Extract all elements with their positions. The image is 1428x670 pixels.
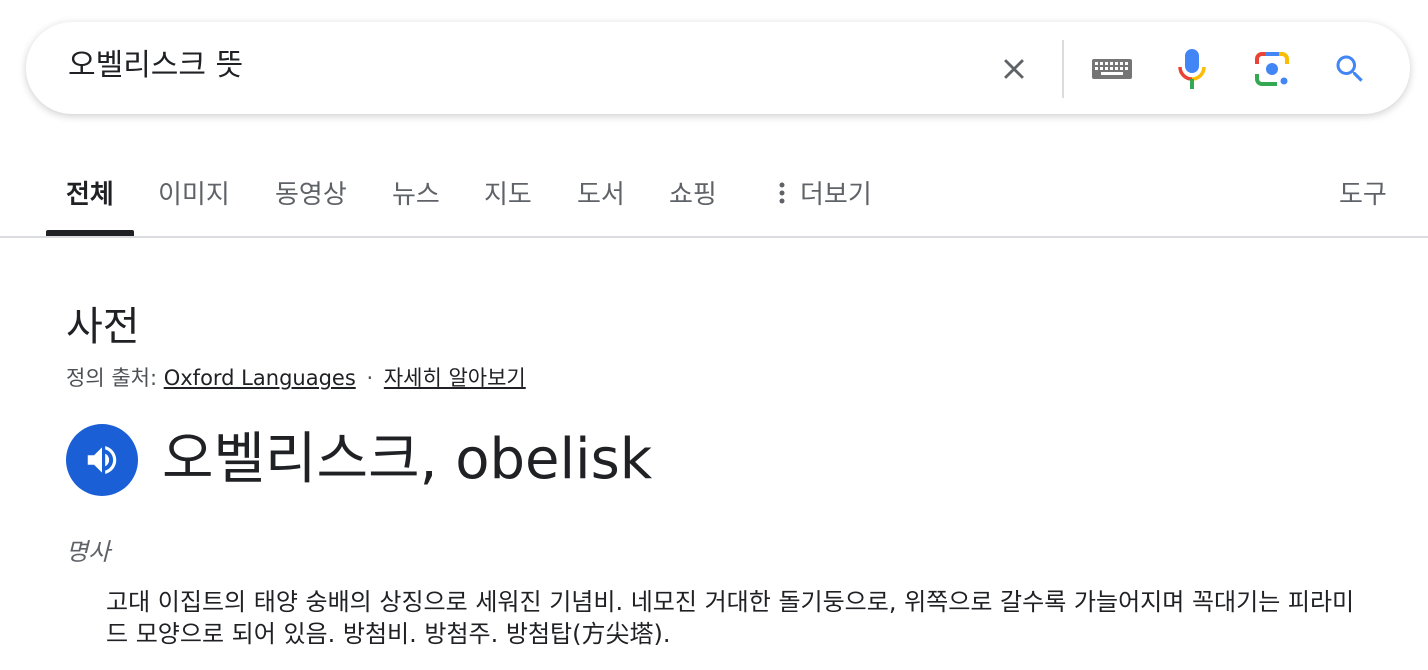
voice-search-button[interactable]: [1168, 45, 1216, 93]
tab-shopping[interactable]: 쇼핑: [669, 174, 717, 211]
tools-button[interactable]: 도구: [1339, 174, 1387, 211]
volume-icon: [87, 446, 117, 474]
tab-videos[interactable]: 동영상: [275, 174, 347, 211]
source-prefix: 정의 출처:: [66, 366, 158, 390]
search-button[interactable]: [1326, 45, 1374, 93]
search-box[interactable]: 오벨리스크 뜻: [26, 22, 1410, 114]
tab-more[interactable]: 더보기: [772, 174, 872, 211]
search-query-text[interactable]: 오벨리스크 뜻: [68, 46, 243, 86]
dictionary-title: 사전: [66, 304, 140, 350]
close-icon: [1004, 59, 1024, 79]
camera-lens-icon: [1255, 52, 1289, 86]
keyboard-button[interactable]: [1088, 45, 1136, 93]
search-divider: [1062, 40, 1064, 98]
keyboard-icon: [1092, 59, 1132, 79]
definition-text: 고대 이집트의 태양 숭배의 상징으로 세워진 기념비. 네모진 거대한 돌기둥…: [106, 588, 1355, 648]
more-vert-icon: [779, 182, 785, 203]
tab-maps[interactable]: 지도: [484, 174, 532, 211]
source-separator: ·: [366, 366, 374, 390]
tab-books[interactable]: 도서: [577, 174, 625, 211]
definition-source: 정의 출처: Oxford Languages · 자세히 알아보기: [66, 362, 526, 392]
pronunciation-button[interactable]: [66, 424, 138, 496]
tab-news[interactable]: 뉴스: [392, 174, 440, 211]
clear-button[interactable]: [990, 45, 1038, 93]
lens-search-button[interactable]: [1248, 45, 1296, 93]
active-tab-indicator: [46, 230, 134, 236]
part-of-speech: 명사: [66, 538, 111, 566]
search-icon: [1336, 55, 1363, 82]
oxford-languages-link[interactable]: Oxford Languages: [164, 366, 356, 390]
search-tabs: 전체 이미지 동영상 뉴스 지도 도서 쇼핑 더보기 도구: [0, 160, 1428, 238]
tab-more-label: 더보기: [800, 180, 872, 210]
tab-images[interactable]: 이미지: [158, 174, 230, 211]
tab-all[interactable]: 전체: [66, 174, 114, 211]
microphone-icon: [1178, 49, 1206, 89]
learn-more-link[interactable]: 자세히 알아보기: [384, 366, 526, 390]
headword: 오벨리스크, obelisk: [162, 427, 653, 492]
